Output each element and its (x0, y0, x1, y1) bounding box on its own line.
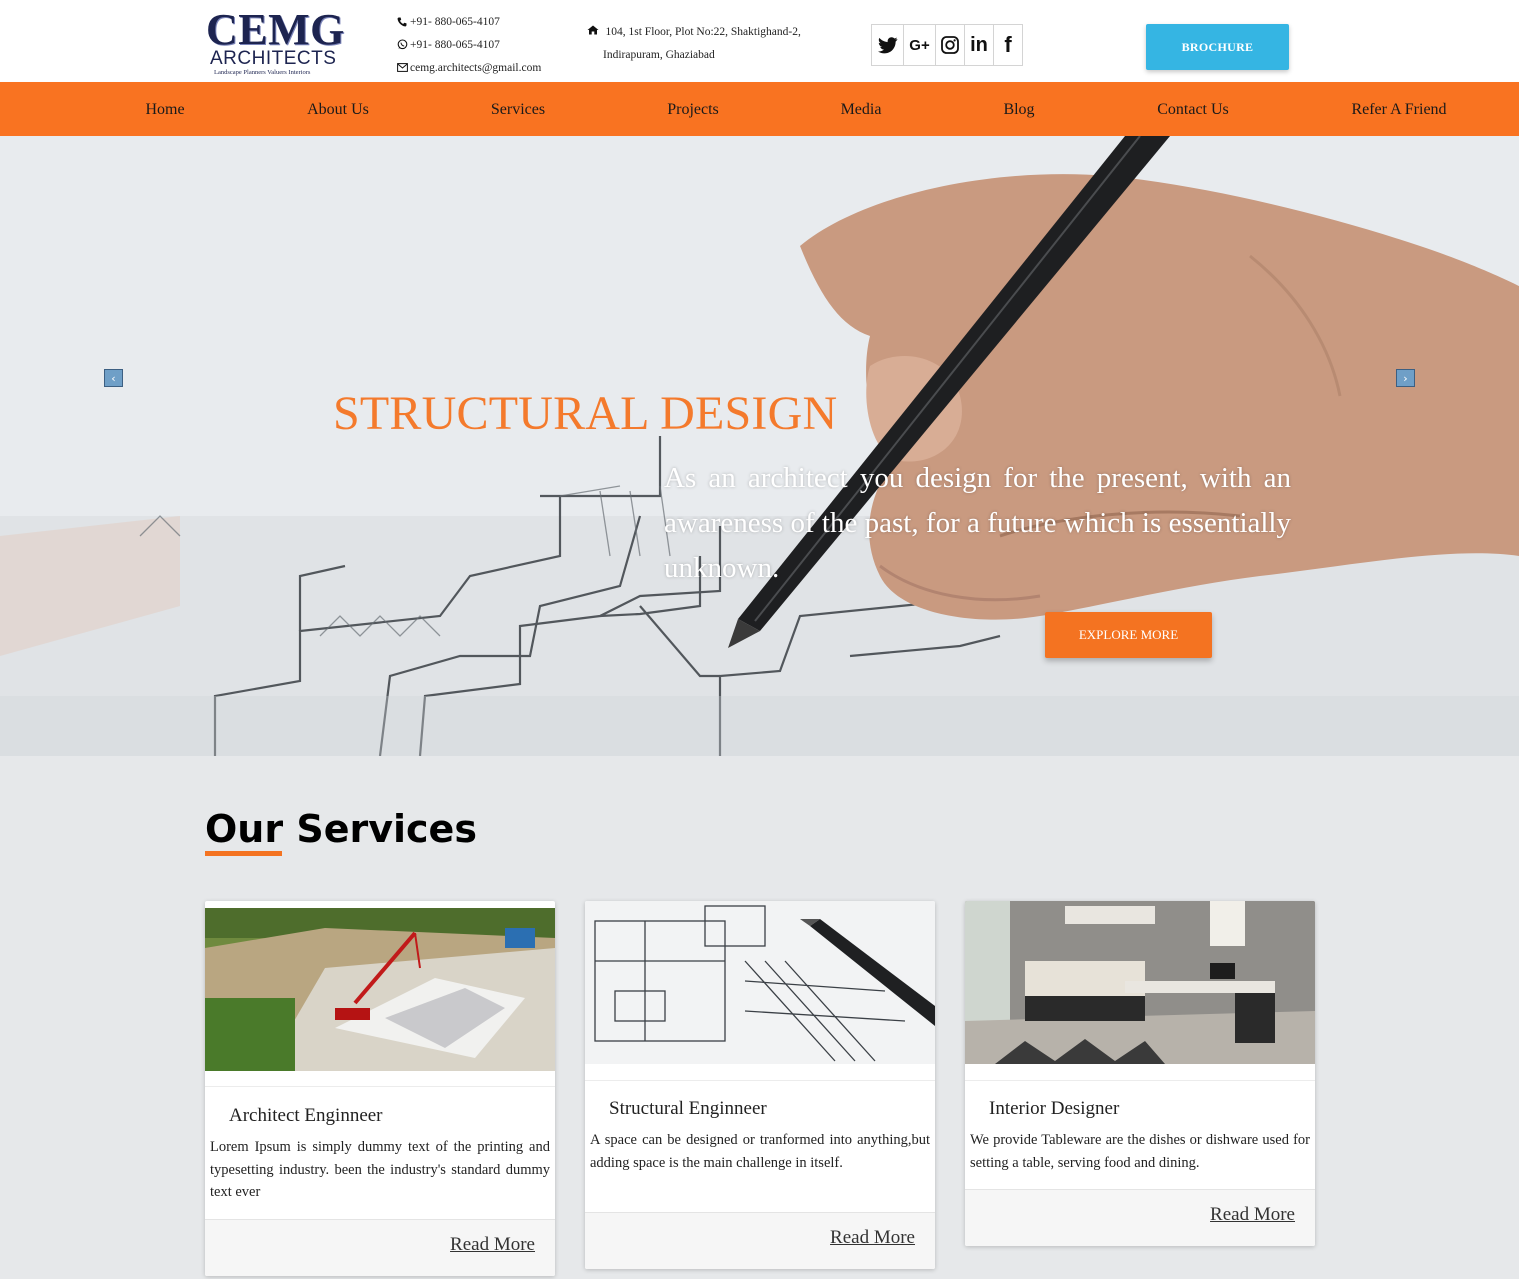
main-navigation: Home About Us Services Projects Media Bl… (0, 82, 1519, 136)
service-image-blueprint (585, 901, 935, 1064)
nav-item-contact-us[interactable]: Contact Us (1157, 82, 1229, 136)
logo-main-text: CEMG (206, 5, 345, 54)
hero-quote: As an architect you design for the prese… (664, 462, 1291, 584)
brochure-button[interactable]: BROCHURE (1146, 24, 1289, 70)
service-description: A space can be designed or tranformed in… (590, 1132, 930, 1171)
whatsapp-number[interactable]: +91- 880-065-4107 (410, 39, 500, 51)
service-card-structural: Structural Enginneer A space can be desi… (585, 901, 935, 1269)
nav-item-about-us[interactable]: About Us (307, 82, 369, 136)
services-heading: Our Services (205, 806, 477, 852)
site-header: CEMG ARCHITECTS Landscape Planners Value… (0, 0, 1519, 82)
services-heading-underline (205, 851, 282, 856)
envelope-icon (395, 63, 409, 72)
site-logo[interactable]: CEMG ARCHITECTS Landscape Planners Value… (206, 5, 345, 80)
card-footer: Read More (965, 1189, 1315, 1246)
explore-more-button[interactable]: EXPLORE MORE (1045, 612, 1212, 658)
card-divider (585, 1080, 935, 1081)
email-row: cemg.architects@gmail.com (395, 56, 541, 79)
office-address: 104, 1st Floor, Plot No:22, Shaktighand-… (587, 20, 801, 67)
nav-item-projects[interactable]: Projects (667, 82, 719, 136)
service-title: Structural Enginneer (609, 1098, 767, 1119)
service-card-interior: Interior Designer We provide Tableware a… (965, 901, 1315, 1246)
google-plus-icon[interactable]: G+ (903, 24, 936, 66)
whatsapp-icon (395, 39, 409, 50)
logo-tagline: Landscape Planners Valuers Interiors (214, 69, 311, 76)
services-heading-part1: Our (205, 807, 284, 851)
address-line-2: Indirapuram, Ghaziabad (603, 49, 715, 61)
hero-slider: ‹ › STRUCTURAL DESIGN As an architect yo… (0, 136, 1519, 756)
service-title: Architect Enginneer (229, 1105, 383, 1126)
nav-item-home[interactable]: Home (145, 82, 184, 136)
read-more-link[interactable]: Read More (1210, 1204, 1295, 1226)
slider-prev-arrow[interactable]: ‹ (104, 369, 123, 387)
phone-number[interactable]: +91- 880-065-4107 (410, 16, 500, 28)
slider-next-arrow[interactable]: › (1396, 369, 1415, 387)
facebook-icon[interactable]: f (993, 24, 1023, 66)
hero-background-image (0, 136, 1519, 756)
services-heading-part2: Services (283, 807, 477, 851)
linkedin-icon[interactable]: in (964, 24, 994, 66)
address-line-1: 104, 1st Floor, Plot No:22, Shaktighand-… (605, 26, 801, 38)
home-icon (587, 25, 603, 38)
contact-info: +91- 880-065-4107 +91- 880-065-4107 cemg… (395, 10, 541, 79)
service-image-bedroom-interior (965, 901, 1315, 1064)
service-card-architect: Architect Enginneer Lorem Ipsum is simpl… (205, 901, 555, 1276)
instagram-icon[interactable] (935, 24, 965, 66)
card-divider (965, 1080, 1315, 1081)
service-description: We provide Tableware are the dishes or d… (970, 1132, 1310, 1171)
nav-item-services[interactable]: Services (491, 82, 545, 136)
twitter-icon[interactable] (871, 24, 904, 66)
nav-item-media[interactable]: Media (841, 82, 882, 136)
whatsapp-row: +91- 880-065-4107 (395, 33, 541, 56)
read-more-link[interactable]: Read More (450, 1234, 535, 1256)
phone-icon (395, 17, 409, 27)
google-plus-glyph: G+ (909, 36, 930, 54)
logo-sub-text: ARCHITECTS (210, 48, 337, 69)
hero-title: STRUCTURAL DESIGN (333, 387, 838, 440)
nav-item-refer-a-friend[interactable]: Refer A Friend (1351, 82, 1446, 136)
card-footer: Read More (205, 1219, 555, 1276)
service-description: Lorem Ipsum is simply dummy text of the … (210, 1139, 550, 1200)
read-more-link[interactable]: Read More (830, 1227, 915, 1249)
card-divider (205, 1086, 555, 1087)
nav-item-blog[interactable]: Blog (1003, 82, 1034, 136)
address-row-1: 104, 1st Floor, Plot No:22, Shaktighand-… (587, 20, 801, 44)
card-footer: Read More (585, 1212, 935, 1269)
email-address[interactable]: cemg.architects@gmail.com (410, 62, 541, 74)
social-links: G+ in f (871, 24, 1023, 66)
phone-row: +91- 880-065-4107 (395, 10, 541, 33)
facebook-glyph: f (1004, 32, 1012, 57)
service-image-construction-site (205, 908, 555, 1071)
service-title: Interior Designer (989, 1098, 1120, 1119)
linkedin-glyph: in (970, 33, 988, 56)
